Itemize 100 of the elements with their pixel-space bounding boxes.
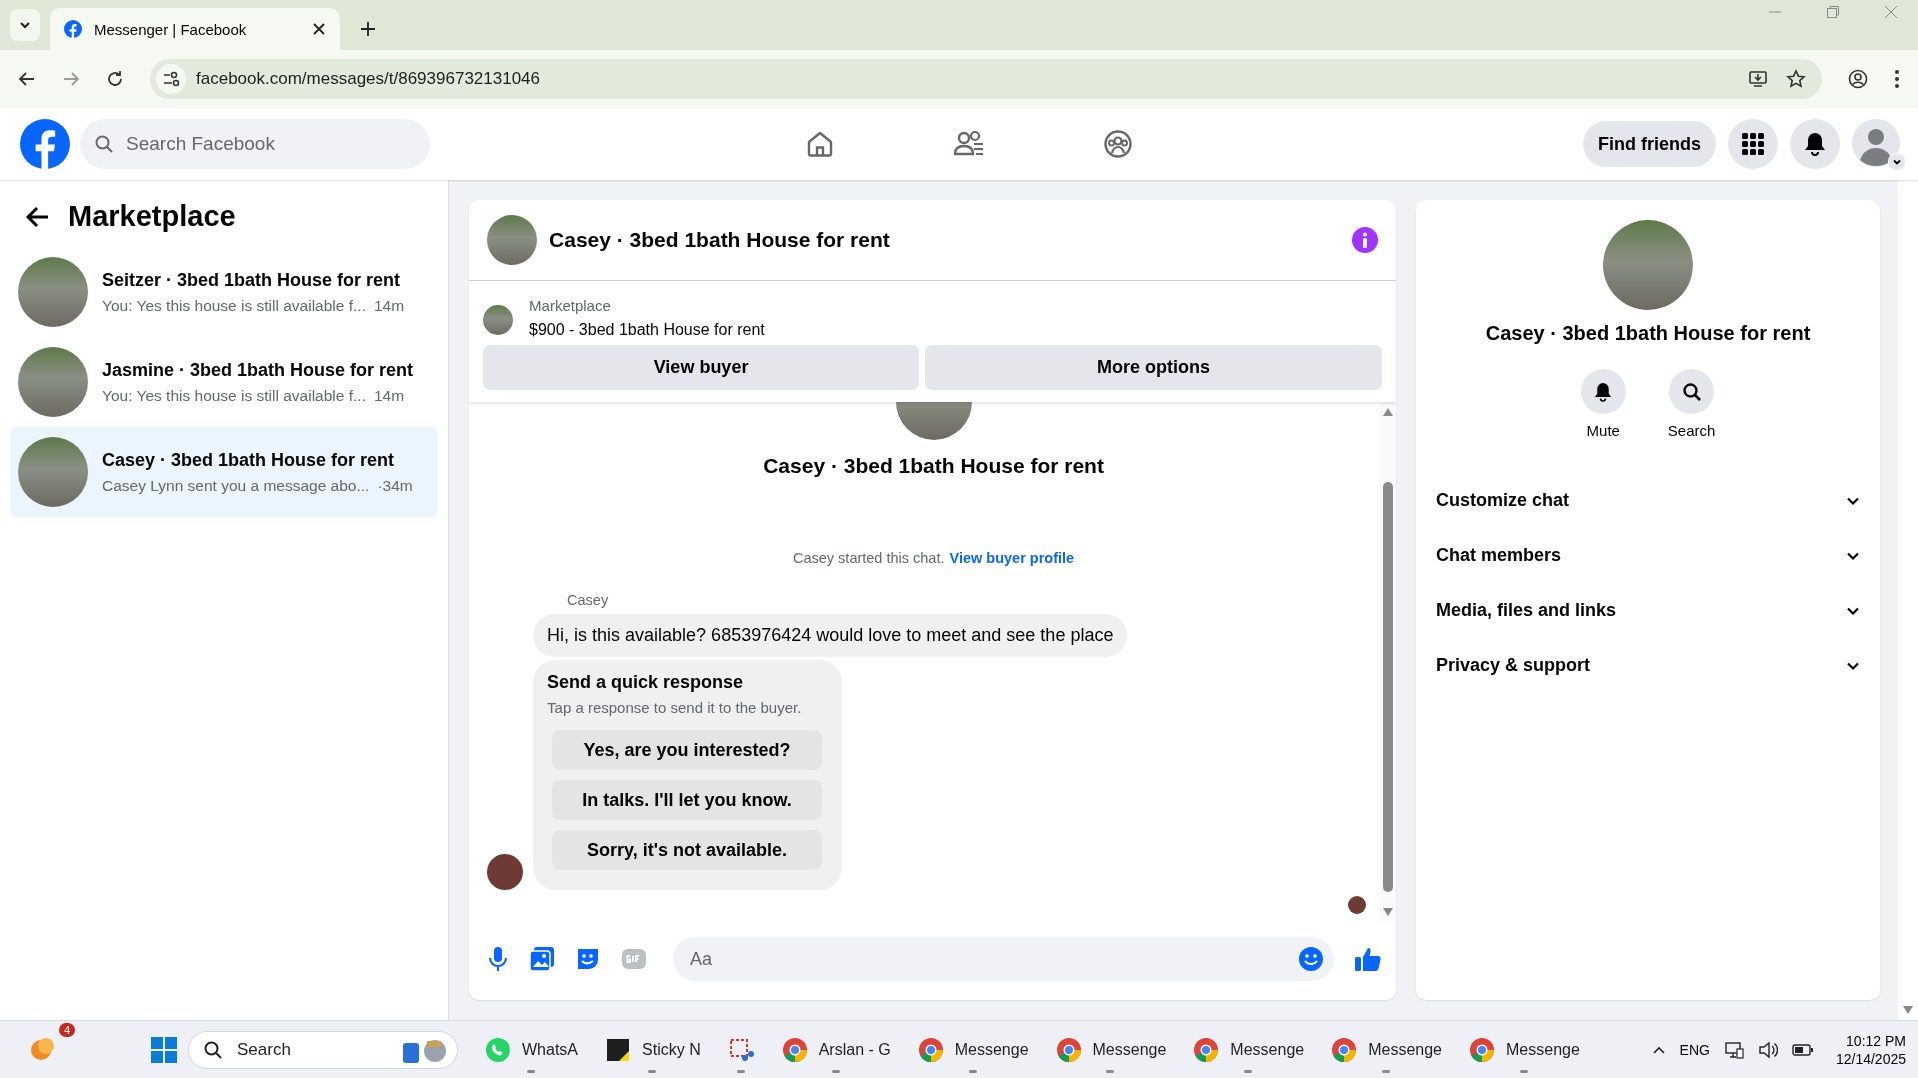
- scroll-up-icon[interactable]: [1383, 408, 1394, 416]
- quick-response-button[interactable]: Yes, are you interested?: [552, 730, 823, 770]
- section-header[interactable]: Privacy & support: [1436, 638, 1861, 693]
- reload-icon[interactable]: [106, 70, 124, 88]
- section-header[interactable]: Chat members: [1436, 528, 1861, 583]
- find-friends-button[interactable]: Find friends: [1583, 121, 1716, 167]
- taskbar-app-button[interactable]: Sticky N: [596, 1024, 709, 1075]
- view-buyer-button[interactable]: View buyer: [483, 345, 920, 390]
- browser-icon: [1468, 1035, 1496, 1064]
- notifications-button[interactable]: [1790, 119, 1840, 169]
- browser-icon: [1192, 1035, 1221, 1064]
- search-icon: [203, 1039, 223, 1060]
- page-title: Marketplace: [68, 200, 236, 233]
- back-arrow-icon[interactable]: [26, 205, 50, 228]
- emoji-icon[interactable]: [1298, 946, 1325, 972]
- taskbar-app-button[interactable]: Messenge: [1460, 1024, 1588, 1075]
- more-options-button[interactable]: More options: [925, 345, 1383, 390]
- quick-response-button[interactable]: Sorry, it's not available.: [552, 830, 823, 870]
- quick-response-subtitle: Tap a response to send it to the buyer.: [547, 699, 802, 716]
- browser-icon: [916, 1035, 945, 1064]
- timestamp: 14m: [373, 386, 405, 405]
- restore-icon[interactable]: [1826, 5, 1840, 19]
- photo-placeholder: [483, 305, 514, 335]
- avatar-placeholder: [487, 854, 524, 890]
- view-buyer-profile-link[interactable]: View buyer profile: [949, 550, 1075, 566]
- thumbs-up-icon[interactable]: [1354, 945, 1383, 973]
- conversation-name: Jasmine · 3bed 1bath House for rent: [102, 359, 414, 381]
- scroll-down-icon[interactable]: [1903, 1006, 1913, 1014]
- sender-name: Casey: [567, 592, 610, 608]
- groups-icon[interactable]: [1103, 129, 1133, 159]
- clock-time[interactable]: 10:12 PM: [1846, 1032, 1906, 1049]
- timestamp: ·34m: [377, 476, 413, 495]
- search-bar[interactable]: Search Facebook: [80, 119, 430, 169]
- scrollbar-thumb[interactable]: [1383, 482, 1394, 892]
- notification-badge: 4: [59, 1022, 76, 1037]
- person-silhouette-icon: [1852, 119, 1900, 167]
- address-field[interactable]: facebook.com/messages/t/869396732131046: [150, 59, 1822, 99]
- message-input[interactable]: Aa: [688, 947, 1299, 971]
- listing-label: Marketplace: [529, 297, 612, 314]
- star-icon[interactable]: [1786, 69, 1806, 89]
- photo-icon[interactable]: [529, 946, 556, 972]
- plus-icon[interactable]: [360, 21, 376, 37]
- taskbar-search-bar[interactable]: Search: [188, 1030, 458, 1069]
- section-header[interactable]: Customize chat: [1436, 473, 1861, 528]
- network-icon[interactable]: [1723, 1039, 1744, 1060]
- conversation-title: Casey · 3bed 1bath House for rent: [762, 454, 1105, 478]
- taskbar-app-button[interactable]: Messenge: [1322, 1024, 1450, 1075]
- message-bar[interactable]: Aa: [673, 937, 1335, 981]
- conversation-item[interactable]: Casey · 3bed 1bath House for rent Casey Lynn sent you a message abo... ·34m: [10, 427, 439, 517]
- clock-date[interactable]: 12/14/2025: [1835, 1050, 1906, 1067]
- profile-icon[interactable]: [1848, 69, 1868, 89]
- mute-button[interactable]: [1580, 369, 1626, 414]
- back-arrow-icon[interactable]: [18, 70, 36, 88]
- system-message: Casey started this chat.: [792, 550, 945, 566]
- forward-arrow-icon[interactable]: [62, 70, 80, 88]
- microphone-icon[interactable]: [487, 946, 510, 972]
- windows-start-icon[interactable]: [150, 1035, 178, 1064]
- speaker-icon[interactable]: [1757, 1039, 1778, 1060]
- home-icon[interactable]: [805, 129, 835, 159]
- taskbar-app-button[interactable]: Messenge: [908, 1024, 1037, 1075]
- info-icon[interactable]: [1352, 227, 1379, 253]
- taskbar-app-button[interactable]: WhatsA: [476, 1024, 586, 1075]
- facebook-logo-icon[interactable]: [20, 119, 70, 169]
- taskbar-app-button[interactable]: Messenge: [1046, 1024, 1175, 1075]
- message-preview: You: Yes this house is still available f...: [102, 386, 366, 405]
- search-icon: [94, 134, 114, 154]
- quick-response-button[interactable]: In talks. I'll let you know.: [552, 780, 823, 820]
- search-button[interactable]: [1669, 369, 1715, 414]
- facebook-logo-icon: [64, 20, 82, 38]
- action-label: Mute: [1586, 422, 1620, 439]
- chat-title: Casey · 3bed 1bath House for rent: [549, 228, 891, 252]
- grid-icon: [1742, 133, 1764, 155]
- install-app-icon[interactable]: [1748, 69, 1768, 89]
- browser-icon: [780, 1035, 809, 1064]
- conversation-name: Casey · 3bed 1bath House for rent: [102, 449, 396, 471]
- search-input[interactable]: Search Facebook: [124, 132, 416, 156]
- scroll-down-icon[interactable]: [1383, 908, 1394, 916]
- chat-app-icon: [484, 1035, 512, 1064]
- browser-tab[interactable]: Messenger | Facebook: [50, 8, 340, 50]
- menu-button[interactable]: [1728, 119, 1778, 169]
- site-settings-icon[interactable]: [162, 70, 180, 88]
- listing-title: $900 - 3bed 1bath House for rent: [529, 321, 765, 339]
- more-vertical-icon[interactable]: [1894, 69, 1900, 89]
- action-label: Search: [1667, 422, 1716, 439]
- browser-icon: [1054, 1035, 1083, 1064]
- search-input[interactable]: Search: [235, 1038, 387, 1061]
- language-indicator[interactable]: ENG: [1679, 1041, 1710, 1058]
- conversation-item[interactable]: Seitzer · 3bed 1bath House for rent You: Yes this house is still available f... 14m: [10, 247, 439, 337]
- browser-icon: [1330, 1035, 1359, 1064]
- tab-title: Messenger | Facebook: [94, 20, 248, 38]
- quick-response-title: Send a quick response: [547, 672, 744, 693]
- conversation-item[interactable]: Jasmine · 3bed 1bath House for rent You: Yes this house is still available f... 14m: [10, 337, 439, 427]
- message-preview: You: Yes this house is still available f...: [102, 296, 366, 315]
- bell-icon: [1594, 381, 1613, 402]
- close-icon[interactable]: [312, 22, 326, 36]
- taskbar-app-button[interactable]: Messenge: [1184, 1024, 1313, 1075]
- timestamp: 14m: [373, 296, 405, 315]
- taskbar-app-button[interactable]: Arslan - G: [772, 1024, 899, 1075]
- tab-list-button[interactable]: [10, 9, 40, 41]
- section-header[interactable]: Media, files and links: [1436, 583, 1861, 638]
